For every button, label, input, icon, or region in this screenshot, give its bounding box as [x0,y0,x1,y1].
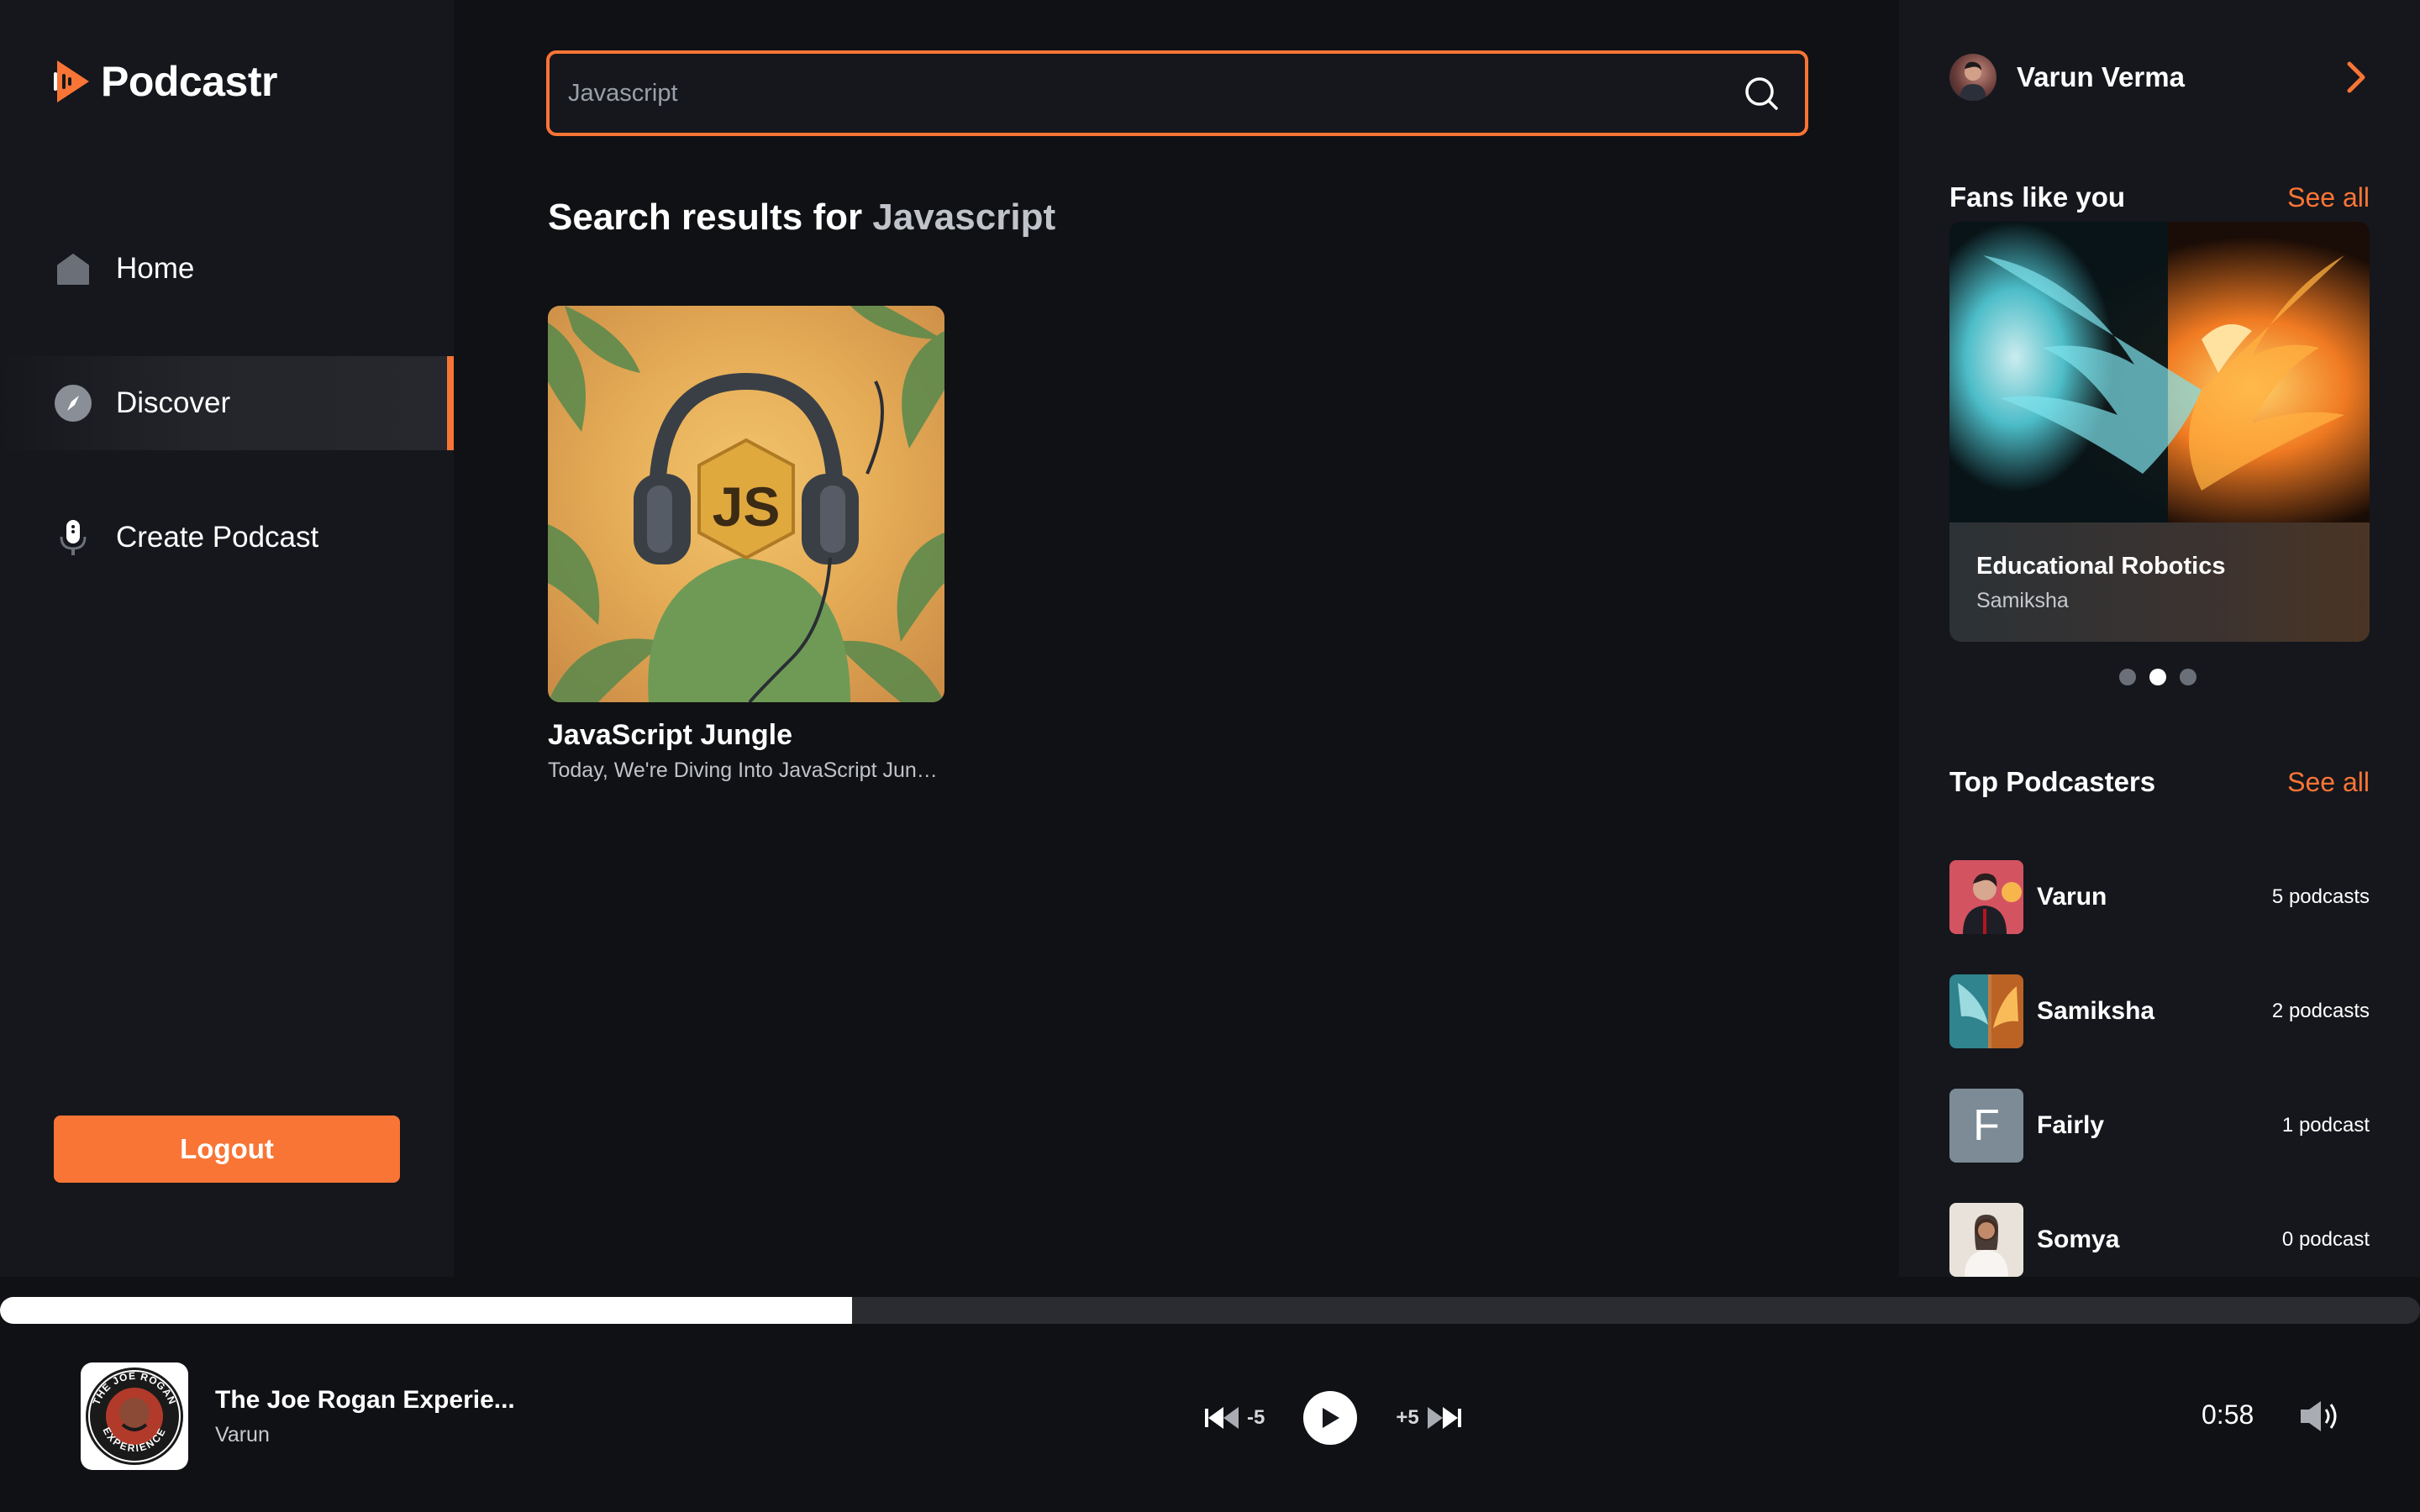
rewind-icon [1205,1407,1239,1429]
js-logo-text: JS [713,475,781,538]
home-icon [54,249,92,288]
featured-podcast-card[interactable]: Educational Robotics Samiksha [1949,222,2370,642]
forward-label: +5 [1396,1406,1419,1429]
now-playing-cover[interactable]: THE JOE ROGAN EXPERIENCE [81,1362,188,1470]
podcaster-count: 5 podcasts [2271,885,2370,908]
fans-section-title: Fans like you [1949,181,2126,213]
left-sidebar: Podcastr Home Discover Create Podcast Lo… [0,0,454,1277]
search-icon[interactable] [1743,75,1780,112]
podcaster-row[interactable]: F Fairly 1 podcast [1949,1089,2370,1163]
podcaster-name: Somya [2037,1226,2120,1253]
podcaster-count: 1 podcast [2281,1114,2370,1137]
compass-icon [54,384,92,423]
podcaster-row[interactable]: Somya 0 podcast [1949,1203,2370,1277]
search-input[interactable] [568,79,1743,108]
podcaster-count: 2 podcasts [2271,1000,2370,1022]
logo-icon [54,60,89,102]
playback-progress-bar[interactable] [0,1297,2420,1324]
rewind-button[interactable]: -5 [1203,1405,1265,1431]
sidebar-item-discover[interactable]: Discover [0,356,454,450]
user-name: Varun Verma [2017,61,2185,92]
podcast-title: JavaScript Jungle [548,719,793,751]
now-playing-title: The Joe Rogan Experie... [215,1386,515,1414]
volume-icon[interactable] [2299,1399,2339,1433]
playback-progress-fill [0,1297,852,1324]
podcaster-row[interactable]: Varun 5 podcasts [1949,860,2370,934]
sidebar-item-label: Create Podcast [116,521,319,554]
featured-podcast-author: Samiksha [1976,589,2069,612]
page-title: Search results for Javascript [548,197,1055,239]
featured-podcast-info: Educational Robotics Samiksha [1949,522,2370,642]
carousel-dot-active[interactable] [2149,669,2166,685]
now-playing-artist: Varun [215,1423,270,1446]
microphone-icon [54,518,92,557]
results-prefix: Search results for [548,197,863,238]
forward-icon [1427,1407,1461,1429]
right-sidebar: Varun Verma Fans like you See all Educat… [1899,0,2420,1277]
app-name: Podcastr [101,58,277,105]
search-bar[interactable] [546,50,1808,136]
sidebar-item-label: Home [116,252,195,285]
podcaster-avatar [1949,1203,2023,1277]
podcaster-avatar [1949,860,2023,934]
forward-button[interactable]: +5 [1396,1405,1462,1431]
playback-time: 0:58 [2202,1399,2254,1430]
sidebar-item-create-podcast[interactable]: Create Podcast [0,491,454,585]
podcaster-row[interactable]: Samiksha 2 podcasts [1949,974,2370,1048]
results-query: Javascript [872,197,1056,238]
podcaster-avatar [1949,974,2023,1048]
featured-podcast-title: Educational Robotics [1976,553,2226,580]
top-podcasters-header: Top Podcasters See all [1949,766,2370,798]
logout-button[interactable]: Logout [54,1116,400,1183]
play-button[interactable] [1303,1391,1358,1445]
top-podcasters-see-all-link[interactable]: See all [2287,767,2370,798]
podcast-cover-image: JS [548,306,944,702]
fans-section-header: Fans like you See all [1949,181,2370,213]
phoenix-artwork [1949,222,2370,522]
podcast-description: Today, We're Diving Into JavaScript Jung… [548,759,944,782]
podcaster-avatar: F [1949,1089,2023,1163]
carousel-dot[interactable] [2119,669,2136,685]
top-podcasters-title: Top Podcasters [1949,766,2156,797]
avatar [1949,54,1996,101]
fans-see-all-link[interactable]: See all [2287,182,2370,213]
podcaster-initial: F [1973,1101,2000,1150]
carousel-dots [2119,669,2196,685]
sidebar-item-home[interactable]: Home [0,222,454,316]
chevron-right-icon[interactable] [2343,60,2370,94]
app-logo[interactable]: Podcastr [52,57,277,106]
rewind-label: -5 [1247,1406,1265,1429]
playback-controls: -5 +5 [1203,1391,1463,1445]
user-profile[interactable]: Varun Verma [1949,52,2370,102]
podcaster-name: Samiksha [2037,997,2155,1025]
podcaster-count: 0 podcast [2281,1228,2370,1251]
javascript-jungle-artwork: JS [548,306,944,702]
podcast-card[interactable]: JS JavaScript Jungle Today, We're Diving… [548,306,944,783]
sidebar-item-label: Discover [116,386,231,419]
podcaster-name: Varun [2037,883,2107,911]
carousel-dot[interactable] [2180,669,2196,685]
podcaster-name: Fairly [2037,1111,2105,1139]
play-icon [1323,1408,1340,1428]
